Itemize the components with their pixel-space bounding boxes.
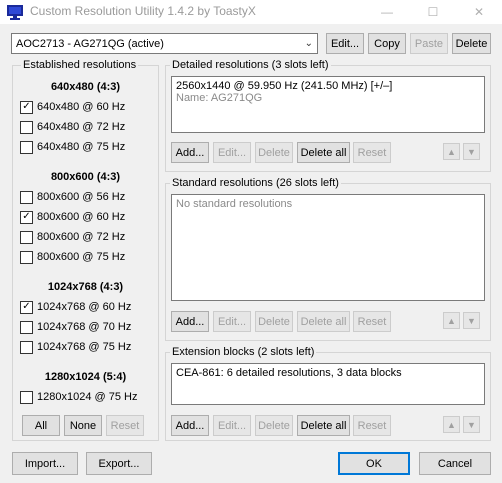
- arrow-up-icon[interactable]: ▲: [443, 416, 460, 433]
- detailed-resolutions-list[interactable]: 2560x1440 @ 59.950 Hz (241.50 MHz) [+/–]…: [171, 76, 485, 133]
- arrow-up-icon[interactable]: ▲: [443, 143, 460, 160]
- empty-message: No standard resolutions: [176, 198, 293, 210]
- standard-resolutions-list[interactable]: No standard resolutions: [171, 194, 485, 301]
- section-800x600: 800x600 (4:3): [50, 171, 121, 183]
- checkbox-box[interactable]: ✓: [20, 100, 33, 114]
- checkbox-box[interactable]: [20, 320, 33, 334]
- none-button[interactable]: None: [64, 415, 102, 436]
- reset-established-button[interactable]: Reset: [106, 415, 144, 436]
- detailed-delete-all-button[interactable]: Delete all: [297, 142, 350, 163]
- checkbox-1024x768-60[interactable]: ✓ 1024x768 @ 60 Hz: [20, 299, 131, 315]
- monitor-select[interactable]: AOC2713 - AG271QG (active) ⌄: [11, 33, 318, 54]
- delete-monitor-button[interactable]: Delete: [452, 33, 491, 54]
- chevron-down-icon: ⌄: [304, 38, 313, 49]
- detailed-edit-button[interactable]: Edit...: [213, 142, 251, 163]
- checkbox-box[interactable]: ✓: [20, 300, 33, 314]
- list-item[interactable]: CEA-861: 6 detailed resolutions, 3 data …: [176, 367, 480, 379]
- checkbox-800x600-56[interactable]: 800x600 @ 56 Hz: [20, 189, 125, 205]
- standard-edit-button[interactable]: Edit...: [213, 311, 251, 332]
- checkbox-640x480-72[interactable]: 640x480 @ 72 Hz: [20, 119, 125, 135]
- standard-delete-all-button[interactable]: Delete all: [297, 311, 350, 332]
- checkbox-640x480-60[interactable]: ✓ 640x480 @ 60 Hz: [20, 99, 125, 115]
- checkbox-box[interactable]: [20, 190, 33, 204]
- checkbox-box[interactable]: [20, 230, 33, 244]
- checkbox-box[interactable]: [20, 390, 33, 404]
- title-bar: Custom Resolution Utility 1.4.2 by Toast…: [0, 0, 502, 24]
- section-640x480: 640x480 (4:3): [50, 81, 121, 93]
- minimize-button[interactable]: —: [364, 0, 410, 24]
- list-item[interactable]: 2560x1440 @ 59.950 Hz (241.50 MHz) [+/–]: [176, 80, 480, 92]
- extension-edit-button[interactable]: Edit...: [213, 415, 251, 436]
- checkbox-640x480-75[interactable]: 640x480 @ 75 Hz: [20, 139, 125, 155]
- standard-reset-button[interactable]: Reset: [353, 311, 391, 332]
- arrow-up-icon[interactable]: ▲: [443, 312, 460, 329]
- monitor-app-icon: [7, 4, 23, 20]
- extension-delete-button[interactable]: Delete: [255, 415, 293, 436]
- arrow-down-icon[interactable]: ▼: [463, 312, 480, 329]
- monitor-select-value: AOC2713 - AG271QG (active): [16, 37, 164, 50]
- list-item-secondary: Name: AG271QG: [176, 92, 263, 104]
- checkbox-box[interactable]: ✓: [20, 210, 33, 224]
- arrow-down-icon[interactable]: ▼: [463, 143, 480, 160]
- all-button[interactable]: All: [22, 415, 60, 436]
- section-1024x768: 1024x768 (4:3): [47, 281, 124, 293]
- window-title: Custom Resolution Utility 1.4.2 by Toast…: [30, 4, 256, 18]
- cancel-button[interactable]: Cancel: [419, 452, 491, 475]
- established-title: Established resolutions: [21, 59, 139, 71]
- detailed-reset-button[interactable]: Reset: [353, 142, 391, 163]
- checkbox-800x600-60[interactable]: ✓ 800x600 @ 60 Hz: [20, 209, 125, 225]
- standard-delete-button[interactable]: Delete: [255, 311, 293, 332]
- detailed-delete-button[interactable]: Delete: [255, 142, 293, 163]
- extension-delete-all-button[interactable]: Delete all: [297, 415, 350, 436]
- checkbox-box[interactable]: [20, 120, 33, 134]
- checkbox-1280x1024-75[interactable]: 1280x1024 @ 75 Hz: [20, 389, 137, 405]
- extension-reset-button[interactable]: Reset: [353, 415, 391, 436]
- edit-monitor-button[interactable]: Edit...: [326, 33, 364, 54]
- standard-title: Standard resolutions (26 slots left): [170, 177, 341, 189]
- export-button[interactable]: Export...: [86, 452, 152, 475]
- checkbox-800x600-75[interactable]: 800x600 @ 75 Hz: [20, 249, 125, 265]
- section-1280x1024: 1280x1024 (5:4): [44, 371, 127, 383]
- extension-title: Extension blocks (2 slots left): [170, 346, 317, 358]
- checkbox-box[interactable]: [20, 140, 33, 154]
- checkbox-1024x768-75[interactable]: 1024x768 @ 75 Hz: [20, 339, 131, 355]
- extension-blocks-list[interactable]: CEA-861: 6 detailed resolutions, 3 data …: [171, 363, 485, 405]
- extension-add-button[interactable]: Add...: [171, 415, 209, 436]
- detailed-add-button[interactable]: Add...: [171, 142, 209, 163]
- ok-button[interactable]: OK: [338, 452, 410, 475]
- import-button[interactable]: Import...: [12, 452, 78, 475]
- checkbox-1024x768-70[interactable]: 1024x768 @ 70 Hz: [20, 319, 131, 335]
- checkbox-800x600-72[interactable]: 800x600 @ 72 Hz: [20, 229, 125, 245]
- maximize-button[interactable]: ☐: [410, 0, 456, 24]
- arrow-down-icon[interactable]: ▼: [463, 416, 480, 433]
- checkbox-box[interactable]: [20, 250, 33, 264]
- paste-button[interactable]: Paste: [410, 33, 448, 54]
- checkbox-box[interactable]: [20, 340, 33, 354]
- standard-add-button[interactable]: Add...: [171, 311, 209, 332]
- detailed-title: Detailed resolutions (3 slots left): [170, 59, 331, 71]
- copy-button[interactable]: Copy: [368, 33, 406, 54]
- close-button[interactable]: ✕: [456, 0, 502, 24]
